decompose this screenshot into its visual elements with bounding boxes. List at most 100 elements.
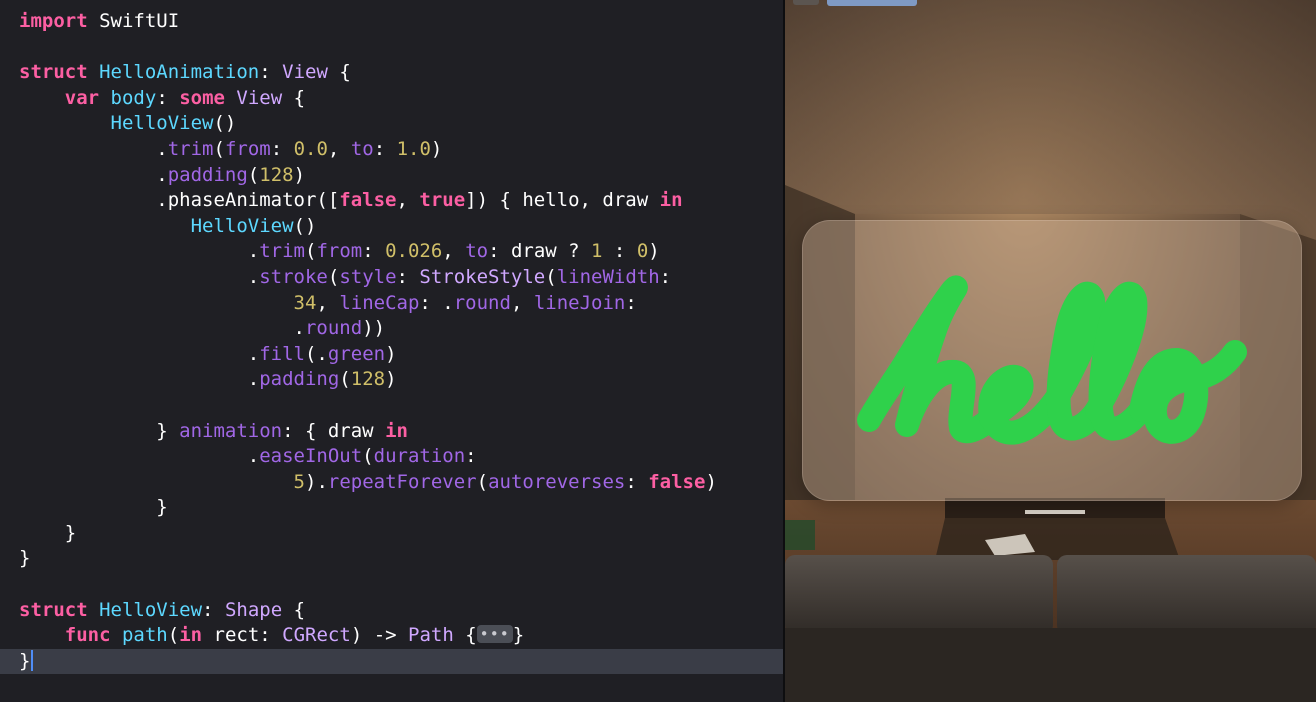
source-code[interactable]: import SwiftUI struct HelloAnimation: Vi…: [0, 9, 783, 675]
code-line[interactable]: struct HelloAnimation: View {: [19, 60, 783, 86]
code-token: path: [121, 624, 168, 647]
code-token: stroke: [259, 265, 328, 288]
code-line[interactable]: }: [19, 546, 783, 572]
code-token: ): [648, 240, 660, 263]
code-line[interactable]: import SwiftUI: [19, 9, 783, 35]
code-token: (: [213, 137, 225, 160]
code-token: .: [19, 137, 168, 160]
code-token: (): [293, 214, 317, 237]
code-line[interactable]: .trim(from: 0.0, to: 1.0): [19, 137, 783, 163]
code-token: ).: [305, 470, 328, 493]
code-line[interactable]: [19, 572, 783, 598]
code-token: HelloView: [190, 214, 294, 237]
code-token: : { draw: [282, 419, 386, 442]
code-token: some: [179, 86, 225, 109]
code-token: ,: [316, 291, 340, 314]
code-token: (: [476, 470, 489, 493]
code-token: round: [304, 317, 363, 340]
code-token: repeatForever: [327, 470, 477, 493]
code-token: ): [705, 470, 717, 493]
code-token: lineJoin: [533, 291, 626, 314]
code-line[interactable]: }: [19, 495, 783, 521]
code-line[interactable]: HelloView(): [19, 111, 783, 137]
code-token: StrokeStyle: [419, 265, 546, 288]
code-token: 1.0: [396, 137, 431, 160]
code-token: CGRect: [282, 624, 351, 647]
code-token: .: [19, 163, 168, 186]
code-token: .phaseAnimator([: [19, 189, 340, 212]
text-caret: [31, 649, 34, 671]
code-token: ): [430, 137, 443, 160]
code-line[interactable]: [19, 35, 783, 61]
hello-letter-o: [1129, 340, 1247, 444]
code-line[interactable]: 5).repeatForever(autoreverses: false): [19, 470, 783, 496]
code-line[interactable]: .round)): [19, 316, 783, 342]
code-token: :: [156, 86, 180, 109]
code-token: 0: [636, 240, 649, 263]
code-token: .: [19, 368, 260, 391]
code-token: 128: [259, 163, 294, 186]
code-token: Shape: [224, 598, 283, 621]
code-token: (: [362, 445, 374, 468]
code-line[interactable]: .stroke(style: StrokeStyle(lineWidth:: [19, 265, 783, 291]
code-token: to: [350, 137, 374, 160]
code-line[interactable]: var body: some View {: [19, 86, 783, 112]
code-token: SwiftUI: [87, 10, 180, 32]
code-line[interactable]: [19, 393, 783, 419]
code-token: duration: [373, 445, 466, 468]
code-token: true: [419, 189, 466, 212]
code-token: :: [259, 61, 283, 84]
code-line[interactable]: }: [0, 648, 783, 675]
folded-code-button[interactable]: •••: [476, 625, 513, 644]
code-token: ,: [327, 137, 351, 160]
code-token: green: [327, 342, 386, 365]
code-token: }: [19, 419, 180, 442]
code-line[interactable]: .trim(from: 0.026, to: draw ? 1 : 0): [19, 239, 783, 265]
code-token: }: [19, 649, 31, 672]
code-line[interactable]: HelloView(): [19, 214, 783, 240]
code-token: :: [202, 598, 225, 621]
code-line[interactable]: .padding(128): [19, 367, 783, 393]
code-token: 0.0: [293, 137, 328, 160]
code-line[interactable]: .fill(.green): [19, 342, 783, 368]
code-token: :: [396, 265, 420, 288]
code-token: ,: [442, 240, 466, 263]
code-line[interactable]: .phaseAnimator([false, true]) { hello, d…: [19, 188, 783, 214]
code-token: :: [625, 291, 637, 314]
code-token: HelloAnimation: [99, 61, 260, 84]
code-token: import: [19, 10, 88, 32]
code-line[interactable]: .padding(128): [19, 163, 783, 189]
code-token: (: [339, 368, 351, 391]
code-token: struct: [19, 61, 88, 84]
code-token: lineWidth: [556, 265, 660, 288]
code-token: 1: [591, 240, 603, 263]
code-token: HelloView: [110, 112, 214, 135]
code-editor[interactable]: import SwiftUI struct HelloAnimation: Vi…: [0, 0, 783, 702]
code-token: 0.026: [385, 240, 443, 263]
code-line[interactable]: }: [19, 521, 783, 547]
code-line[interactable]: .easeInOut(duration:: [19, 444, 783, 470]
code-token: ): [385, 342, 397, 365]
code-token: in: [179, 624, 203, 647]
code-token: to: [465, 240, 489, 263]
code-token: easeInOut: [259, 445, 363, 468]
code-token: in: [659, 189, 683, 212]
code-token: {: [327, 61, 351, 84]
code-token: trim: [167, 137, 214, 160]
code-line[interactable]: 34, lineCap: .round, lineJoin:: [19, 291, 783, 317]
code-line[interactable]: } animation: { draw in: [19, 419, 783, 445]
code-line[interactable]: struct HelloView: Shape {: [19, 598, 783, 624]
code-token: .: [19, 317, 305, 340]
code-token: ,: [510, 291, 534, 314]
code-line[interactable]: func path(in rect: CGRect) -> Path {•••}: [19, 623, 783, 649]
code-token: }: [19, 547, 31, 570]
code-token: func: [64, 624, 111, 647]
code-token: (: [167, 624, 180, 647]
code-token: ): [385, 368, 397, 391]
code-token: struct: [19, 598, 88, 621]
code-token: from: [316, 240, 363, 263]
